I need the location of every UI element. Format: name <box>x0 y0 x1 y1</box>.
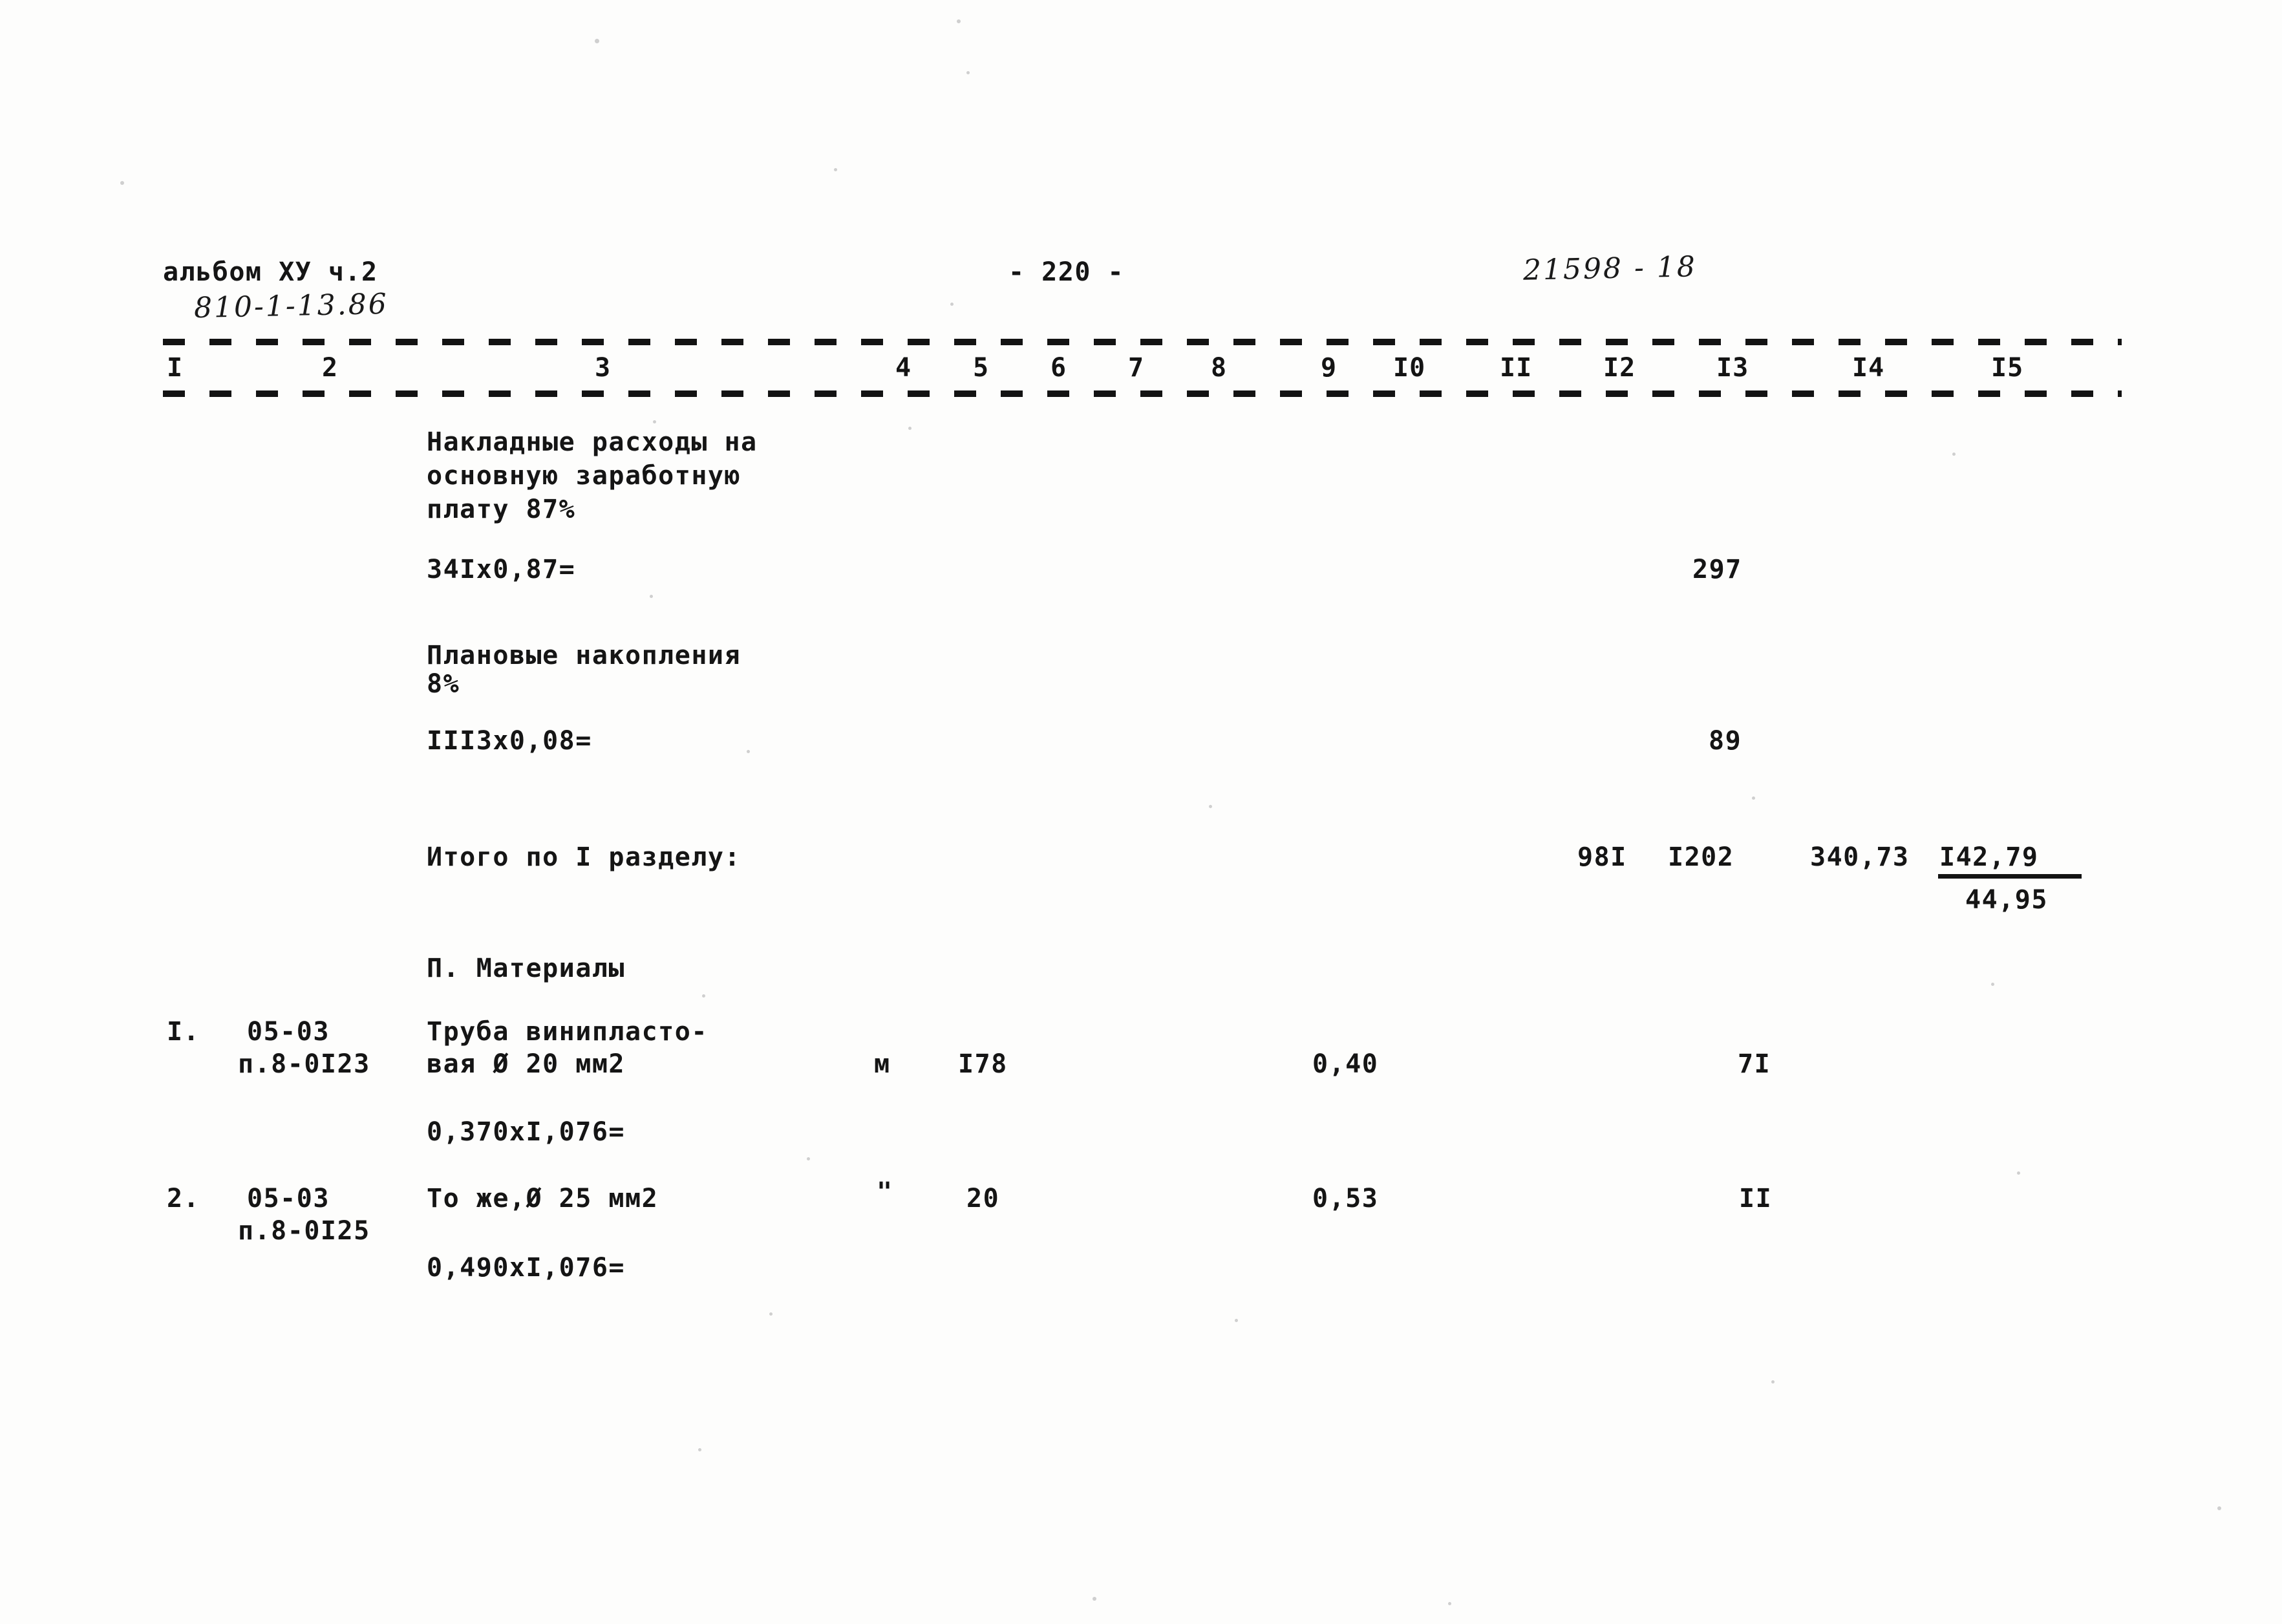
column-header-1: I <box>167 353 184 383</box>
overhead-description-line-2: основную заработную <box>427 461 741 491</box>
material-2-quantity: 20 <box>966 1184 1000 1213</box>
scan-speck <box>908 427 912 430</box>
scan-speck <box>1209 805 1212 808</box>
scan-speck <box>1093 1597 1096 1601</box>
column-header-14: I4 <box>1852 353 1885 383</box>
column-header-8: 8 <box>1211 353 1228 383</box>
material-2-price: 0,53 <box>1312 1184 1379 1213</box>
material-2-code-line-1: 05-03 <box>247 1184 330 1213</box>
planned-savings-description-line-1: Плановые накопления <box>427 641 741 670</box>
column-header-12: I2 <box>1603 353 1636 383</box>
column-header-5: 5 <box>973 353 990 383</box>
scan-speck <box>1771 1380 1775 1384</box>
column-header-11: II <box>1500 353 1533 383</box>
scan-speck <box>1235 1319 1238 1322</box>
material-2-number: 2. <box>167 1184 200 1213</box>
material-1-price: 0,40 <box>1312 1049 1379 1079</box>
planned-savings-value-col13: 89 <box>1709 726 1742 756</box>
album-code-handwritten: 810-1-13.86 <box>193 287 389 325</box>
material-1-col13: 7I <box>1738 1049 1771 1079</box>
scan-speck <box>1991 983 1994 986</box>
overhead-description-line-1: Накладные расходы на <box>427 427 758 457</box>
scan-speck <box>950 303 954 306</box>
column-header-6: 6 <box>1050 353 1067 383</box>
section-total-col15-top: I42,79 <box>1939 842 2039 872</box>
scan-speck <box>653 420 656 423</box>
scan-speck <box>650 595 653 598</box>
column-header-13: I3 <box>1716 353 1749 383</box>
scan-speck <box>1752 796 1755 800</box>
column-header-9: 9 <box>1321 353 1338 383</box>
overhead-description-line-3: плату 87% <box>427 495 576 524</box>
scan-speck <box>698 1448 701 1451</box>
scan-speck <box>769 1312 773 1316</box>
column-header-10: I0 <box>1393 353 1426 383</box>
album-label: альбом ХУ ч.2 <box>163 257 378 287</box>
table-rule-top <box>163 339 2122 345</box>
column-header-15: I5 <box>1991 353 2024 383</box>
material-1-number: I. <box>167 1017 200 1047</box>
planned-savings-description-line-2: 8% <box>427 669 460 699</box>
scan-speck <box>595 39 599 43</box>
scan-speck <box>2017 1171 2020 1175</box>
column-header-3: 3 <box>595 353 612 383</box>
scan-speck <box>1952 453 1956 456</box>
material-2-code-line-2: п.8-0I25 <box>238 1216 370 1246</box>
material-1-formula: 0,370xI,076= <box>427 1117 625 1147</box>
material-2-unit: " <box>877 1177 893 1207</box>
scan-speck <box>1448 1602 1451 1605</box>
scan-speck <box>957 19 961 23</box>
column-header-4: 4 <box>895 353 912 383</box>
scan-speck <box>834 168 837 171</box>
material-2-col13: II <box>1739 1184 1773 1213</box>
section-total-label: Итого по I разделу: <box>427 842 741 872</box>
table-rule-under-headers <box>163 390 2122 397</box>
material-1-code-line-2: п.8-0I23 <box>238 1049 370 1079</box>
section-total-col15-bottom: 44,95 <box>1965 885 2048 915</box>
scan-speck <box>2217 1506 2221 1510</box>
scan-speck <box>807 1157 810 1160</box>
section-total-col14: 340,73 <box>1810 842 1910 872</box>
material-2-name-line-1: То же,Ø 25 мм2 <box>427 1184 659 1213</box>
column-header-7: 7 <box>1128 353 1145 383</box>
archive-code-handwritten: 21598 - 18 <box>1522 250 1698 287</box>
page-number: - 220 - <box>1008 257 1125 287</box>
material-1-code-line-1: 05-03 <box>247 1017 330 1047</box>
overhead-value-col13: 297 <box>1692 555 1742 584</box>
material-1-name-line-2: вая Ø 20 мм2 <box>427 1049 625 1079</box>
column-header-2: 2 <box>322 353 339 383</box>
scan-speck <box>702 994 705 998</box>
material-1-unit: м <box>874 1049 891 1079</box>
material-1-quantity: I78 <box>958 1049 1008 1079</box>
scanned-document-page: альбом ХУ ч.2 810-1-13.86 - 220 - 21598 … <box>0 0 2282 1624</box>
section-total-underline <box>1938 874 2082 879</box>
section-total-col13: I202 <box>1668 842 1734 872</box>
scan-speck <box>120 181 124 185</box>
material-1-name-line-1: Труба винипласто- <box>427 1017 708 1047</box>
section-total-col12: 98I <box>1577 842 1627 872</box>
material-2-formula: 0,490xI,076= <box>427 1253 625 1283</box>
section-heading-materials: П. Материалы <box>427 954 625 983</box>
planned-savings-formula: III3x0,08= <box>427 726 592 756</box>
scan-speck <box>966 71 970 74</box>
scan-speck <box>747 750 750 753</box>
overhead-formula: 34Ix0,87= <box>427 555 576 584</box>
